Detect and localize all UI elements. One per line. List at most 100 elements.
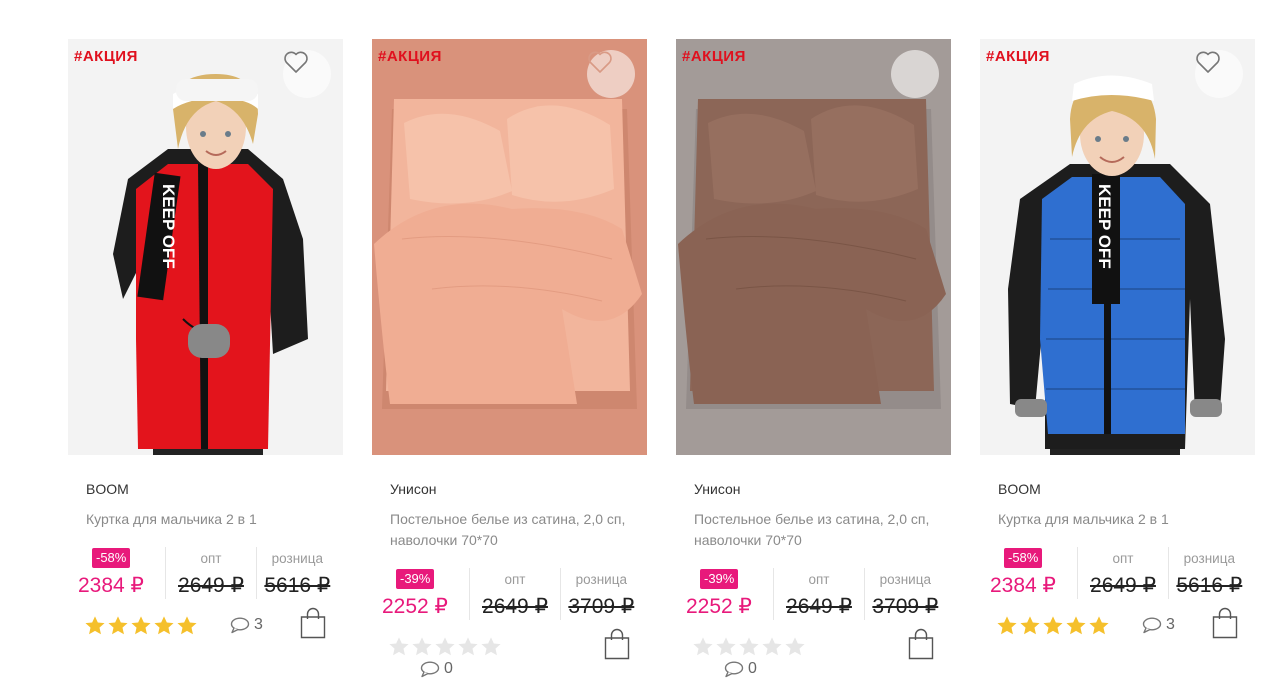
product-title[interactable]: Куртка для мальчика 2 в 1 (86, 509, 326, 530)
promo-tag: #АКЦИЯ (986, 48, 1050, 65)
product-image[interactable]: KEEP OFF #АКЦИЯ (68, 39, 343, 455)
sale-price: 2252 ₽ (686, 595, 752, 618)
opt-label: опт (504, 572, 526, 587)
product-title[interactable]: Куртка для мальчика 2 в 1 (998, 509, 1238, 530)
shopping-bag-icon (300, 607, 326, 639)
speech-bubble-icon (230, 616, 250, 633)
opt-label: опт (200, 551, 222, 566)
discount-badge: -58% (1004, 548, 1043, 568)
heart-outline-icon (588, 51, 612, 73)
product-brand[interactable]: BOOM (86, 481, 129, 497)
shopping-bag-icon (908, 628, 934, 660)
product-image[interactable]: #АКЦИЯ (676, 39, 951, 455)
comments-count[interactable]: 3 (230, 616, 263, 634)
comments-count[interactable]: 0 (420, 660, 453, 678)
star-icon (108, 616, 128, 635)
svg-text:KEEP OFF: KEEP OFF (159, 184, 178, 269)
comments-number: 3 (1166, 616, 1175, 633)
retail-label: розница (879, 572, 931, 587)
star-icon (458, 637, 478, 656)
boy-red-vest-photo: KEEP OFF (68, 39, 343, 455)
comments-number: 3 (254, 616, 263, 633)
opt-label: опт (1112, 551, 1134, 566)
sale-price: 2252 ₽ (382, 595, 448, 618)
discount-badge: -39% (396, 569, 435, 589)
promo-tag: #АКЦИЯ (74, 48, 138, 65)
star-icon (693, 637, 713, 656)
retail-price: 5616 ₽ (264, 574, 331, 597)
retail-price: 3709 ₽ (872, 595, 939, 618)
favorite-button[interactable] (1195, 50, 1243, 98)
sale-price: 2384 ₽ (78, 574, 144, 597)
star-icon (1089, 616, 1109, 635)
svg-text:KEEP OFF: KEEP OFF (1095, 184, 1114, 269)
retail-price: 3709 ₽ (568, 595, 635, 618)
product-image[interactable]: #АКЦИЯ (372, 39, 647, 455)
star-icon (435, 637, 455, 656)
product-title[interactable]: Постельное белье из сатина, 2,0 сп, наво… (694, 509, 934, 551)
add-to-cart-button[interactable] (603, 628, 631, 665)
favorite-button[interactable] (283, 50, 331, 98)
product-image[interactable]: KEEP OFF #АКЦИЯ (980, 39, 1255, 455)
add-to-cart-button[interactable] (1211, 607, 1239, 644)
discount-badge: -39% (700, 569, 739, 589)
star-icon (1043, 616, 1063, 635)
rating-stars (84, 615, 198, 637)
favorite-button[interactable] (891, 50, 939, 98)
star-icon (481, 637, 501, 656)
opt-price: 2649 ₽ (482, 595, 548, 618)
price-block: -39% 2252 ₽ опт 2649 ₽ розница 3709 ₽ (382, 568, 642, 620)
sale-price: 2384 ₽ (990, 574, 1056, 597)
rating-stars (388, 636, 502, 658)
star-icon (154, 616, 174, 635)
promo-tag: #АКЦИЯ (378, 48, 442, 65)
retail-label: розница (1183, 551, 1235, 566)
product-card[interactable]: KEEP OFF #АКЦИЯ BOOM Куртка для мальчика… (68, 39, 343, 684)
star-icon (412, 637, 432, 656)
product-card[interactable]: #АКЦИЯ Унисон Постельное белье из сатина… (676, 39, 951, 684)
star-icon (389, 637, 409, 656)
rating-stars (996, 615, 1110, 637)
speech-bubble-icon (724, 660, 744, 677)
product-brand[interactable]: Унисон (390, 481, 437, 497)
star-icon (131, 616, 151, 635)
retail-label: розница (271, 551, 323, 566)
retail-label: розница (575, 572, 627, 587)
star-icon (716, 637, 736, 656)
opt-price: 2649 ₽ (786, 595, 852, 618)
discount-badge: -58% (92, 548, 131, 568)
star-icon (997, 616, 1017, 635)
product-title[interactable]: Постельное белье из сатина, 2,0 сп, наво… (390, 509, 630, 551)
opt-price: 2649 ₽ (1090, 574, 1156, 597)
opt-price: 2649 ₽ (178, 574, 244, 597)
star-icon (1066, 616, 1086, 635)
shopping-bag-icon (604, 628, 630, 660)
heart-outline-icon (1196, 51, 1220, 73)
product-card[interactable]: KEEP OFF #АКЦИЯ BOOM Куртка для мальчика… (980, 39, 1255, 684)
add-to-cart-button[interactable] (907, 628, 935, 665)
shopping-bag-icon (1212, 607, 1238, 639)
star-icon (739, 637, 759, 656)
star-icon (762, 637, 782, 656)
heart-outline-icon (284, 51, 308, 73)
speech-bubble-icon (420, 660, 440, 677)
star-icon (85, 616, 105, 635)
rating-stars (692, 636, 806, 658)
add-to-cart-button[interactable] (299, 607, 327, 644)
peach-bedding-photo (372, 39, 647, 455)
retail-price: 5616 ₽ (1176, 574, 1243, 597)
star-icon (1020, 616, 1040, 635)
product-card[interactable]: #АКЦИЯ Унисон Постельное белье из сатина… (372, 39, 647, 684)
comments-count[interactable]: 0 (724, 660, 757, 678)
opt-label: опт (808, 572, 830, 587)
promo-tag: #АКЦИЯ (682, 48, 746, 65)
comments-number: 0 (748, 660, 757, 677)
boy-blue-vest-photo: KEEP OFF (980, 39, 1255, 455)
product-brand[interactable]: BOOM (998, 481, 1041, 497)
comments-number: 0 (444, 660, 453, 677)
favorite-button[interactable] (587, 50, 635, 98)
product-brand[interactable]: Унисон (694, 481, 741, 497)
star-icon (177, 616, 197, 635)
comments-count[interactable]: 3 (1142, 616, 1175, 634)
speech-bubble-icon (1142, 616, 1162, 633)
